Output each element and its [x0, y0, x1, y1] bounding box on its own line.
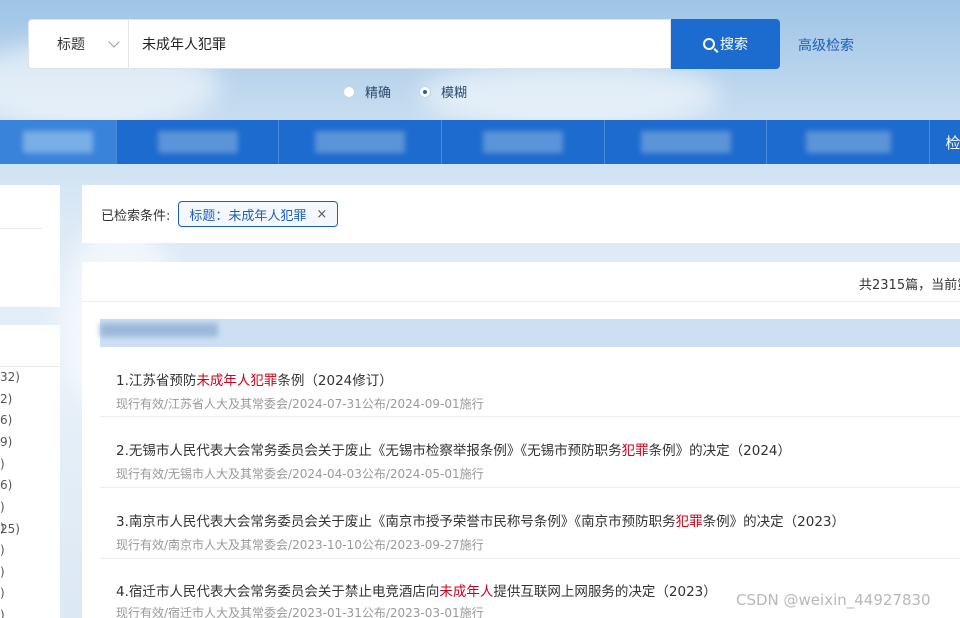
main-nav: 检 [0, 120, 960, 164]
search-icon [703, 38, 715, 50]
filter-card-list: 32) 2) 6) 9) ) 6) ) ) 25) ) ) ) ) [0, 325, 60, 618]
results-header: 共2315篇，当前第 [82, 262, 960, 302]
filter-count[interactable]: ) [0, 543, 5, 557]
title-text: 条例》的决定（2023） [702, 514, 845, 530]
filter-count[interactable]: 6) [0, 478, 12, 492]
filter-count[interactable]: ) [0, 586, 5, 600]
title-text: 条例（2024修订） [277, 373, 393, 389]
radio-off-icon [343, 85, 355, 98]
title-text: 4.宿迁市人民代表大会常务委员会关于禁止电竞酒店向 [116, 584, 440, 600]
blurred-label [483, 131, 563, 153]
filter-card-top [0, 185, 60, 307]
result-meta: 现行有效/南京市人大及其常委会/2023-10-10公布/2023-09-27施… [116, 538, 484, 552]
result-meta: 现行有效/无锡市人大及其常委会/2024-04-03公布/2024-05-01施… [116, 467, 484, 481]
result-item: 4.宿迁市人民代表大会常务委员会关于禁止电竞酒店向未成年人提供互联网上网服务的决… [100, 559, 960, 618]
search-conditions: 已检索条件: 标题：未成年人犯罪 × [82, 185, 960, 243]
keyword-highlight: 犯罪 [621, 443, 649, 459]
result-meta: 现行有效/江苏省人大及其常委会/2024-07-31公布/2024-09-01施… [116, 397, 484, 411]
keyword-highlight: 未成年人 [439, 584, 494, 600]
result-item: 2.无锡市人民代表大会常务委员会关于废止《无锡市检察举报条例》《无锡市预防职务犯… [100, 417, 960, 488]
conditions-label: 已检索条件: [101, 208, 171, 224]
nav-item-1[interactable] [0, 120, 117, 164]
blurred-label [23, 131, 93, 153]
title-text: 1.江苏省预防 [116, 373, 197, 389]
filter-count[interactable]: 9) [0, 435, 12, 449]
filter-panel: 32) 2) 6) 9) ) 6) ) ) 25) ) ) ) ) [0, 185, 60, 618]
title-text: 3.南京市人民代表大会常务委员会关于废止《南京市授予荣誉市民称号条例》《南京市预… [116, 514, 676, 530]
title-text: 条例》的决定（2024） [648, 443, 791, 459]
divider [0, 228, 42, 229]
search-button-label: 搜索 [720, 37, 748, 53]
results-summary: 共2315篇，当前第 [859, 278, 960, 293]
title-text: 2.无锡市人民代表大会常务委员会关于废止《无锡市检察举报条例》《无锡市预防职务 [116, 443, 622, 459]
result-item: 1.江苏省预防未成年人犯罪条例（2024修订） 现行有效/江苏省人大及其常委会/… [100, 347, 960, 417]
title-text: 提供互联网上网服务的决定（2023） [493, 584, 717, 600]
blurred-label [640, 131, 731, 153]
search-field-label: 标题 [57, 37, 85, 53]
mode-fuzzy-radio[interactable]: 模糊 [419, 82, 467, 101]
chevron-down-icon [108, 36, 120, 48]
result-title[interactable]: 3.南京市人民代表大会常务委员会关于废止《南京市授予荣誉市民称号条例》《南京市预… [116, 510, 845, 530]
nav-item-6[interactable] [767, 120, 930, 164]
close-icon[interactable]: × [316, 207, 327, 222]
filter-count[interactable]: ) [0, 608, 5, 618]
filter-count[interactable]: 6) [0, 413, 12, 427]
search-input[interactable] [129, 20, 670, 68]
search-field-select[interactable]: 标题 [29, 20, 129, 68]
condition-tag[interactable]: 标题：未成年人犯罪 × [178, 201, 339, 227]
watermark: CSDN @weixin_44927830 [736, 591, 931, 609]
nav-item-2[interactable] [117, 120, 279, 164]
search-button[interactable]: 搜索 [671, 19, 780, 69]
keyword-highlight: 未成年人犯罪 [196, 373, 278, 389]
divider [0, 366, 60, 367]
result-item: 3.南京市人民代表大会常务委员会关于废止《南京市授予荣誉市民称号条例》《南京市预… [100, 488, 960, 559]
blurred-label [100, 323, 218, 337]
result-group-header[interactable] [100, 319, 960, 347]
filter-count[interactable]: 32) [0, 370, 20, 384]
filter-count[interactable]: 2) [0, 392, 12, 406]
nav-item-7[interactable]: 检 [930, 120, 960, 164]
result-meta: 现行有效/宿迁市人大及其常委会/2023-01-31公布/2023-03-01施… [116, 606, 484, 618]
filter-count[interactable]: 25) [0, 522, 20, 536]
results-panel: 共2315篇，当前第 1.江苏省预防未成年人犯罪条例（2024修订） 现行有效/… [82, 262, 960, 618]
match-mode-group: 精确 模糊 [343, 82, 467, 101]
radio-on-icon [419, 85, 432, 98]
filter-count[interactable]: ) [0, 500, 5, 514]
result-title[interactable]: 4.宿迁市人民代表大会常务委员会关于禁止电竞酒店向未成年人提供互联网上网服务的决… [116, 580, 717, 600]
blurred-label [157, 131, 238, 153]
search-box: 标题 [28, 19, 671, 69]
blurred-label [315, 131, 405, 153]
advanced-search-link[interactable]: 高级检索 [798, 35, 854, 55]
keyword-highlight: 犯罪 [675, 514, 703, 530]
filter-count[interactable]: ) [0, 565, 5, 579]
mode-exact-radio[interactable]: 精确 [343, 82, 391, 101]
condition-tag-label: 标题：未成年人犯罪 [189, 208, 307, 224]
nav-item-5[interactable] [605, 120, 767, 164]
result-title[interactable]: 1.江苏省预防未成年人犯罪条例（2024修订） [116, 369, 393, 389]
nav-item-4[interactable] [442, 120, 605, 164]
nav-item-3[interactable] [279, 120, 442, 164]
mode-exact-label: 精确 [365, 86, 392, 101]
blurred-label [805, 131, 891, 153]
result-title[interactable]: 2.无锡市人民代表大会常务委员会关于废止《无锡市检察举报条例》《无锡市预防职务犯… [116, 439, 791, 459]
filter-count[interactable]: ) [0, 457, 5, 471]
mode-fuzzy-label: 模糊 [441, 86, 468, 101]
